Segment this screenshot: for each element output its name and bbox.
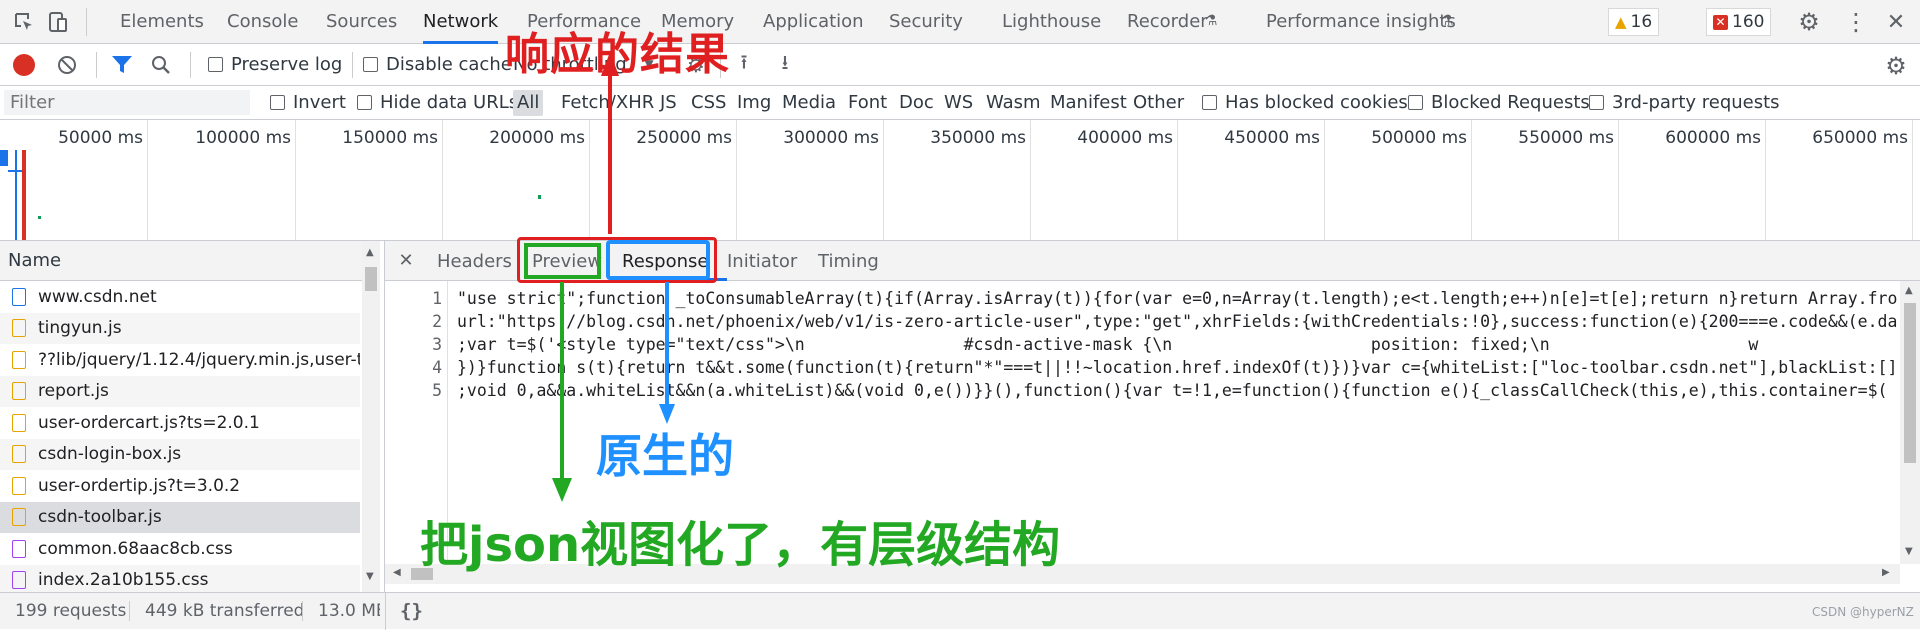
- annotation-raw: 原生的: [596, 429, 734, 483]
- annotation-response-result: 响应的结果: [505, 29, 730, 80]
- green-arrowhead: [552, 478, 572, 502]
- annotation-json-view: 把json视图化了，有层级结构: [420, 517, 1061, 573]
